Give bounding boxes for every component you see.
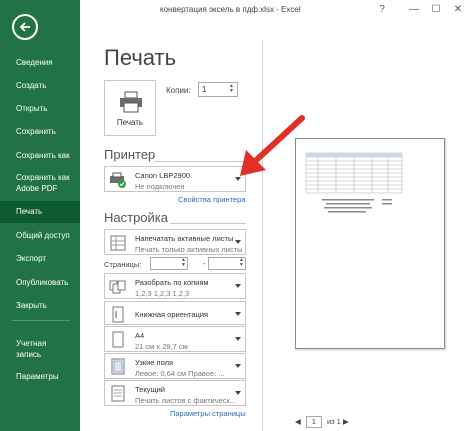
pages-to-spinner[interactable]: ▲ ▼ [239, 258, 244, 268]
window-title: конвертация эксель в пдф.xlsx - Excel [160, 5, 301, 14]
printer-section-title: Принтер [104, 147, 156, 162]
page-title: Печать [104, 45, 177, 70]
nav-info[interactable]: Сведения [0, 57, 80, 68]
pages-from-spinner[interactable]: ▲ ▼ [181, 258, 186, 268]
setting-paper-size-desc: 21 см x 29,7 см [135, 342, 188, 351]
chevron-down-icon [235, 364, 241, 368]
scaling-icon [111, 385, 125, 402]
orientation-dropdown[interactable]: Книжная ориентация [104, 301, 246, 325]
print-button[interactable]: Печать [104, 80, 156, 136]
setting-paper-size: A4 [135, 331, 145, 340]
nav-save-as-pdf[interactable]: Сохранить как Adobe PDF [0, 172, 70, 194]
annotation-arrow-icon [240, 115, 305, 176]
preview-divider [262, 40, 263, 431]
nav-options[interactable]: Параметры [0, 371, 80, 382]
chevron-down-icon [235, 391, 241, 395]
setting-margins-desc: Левое: 0,64 см Правое: ... [135, 369, 225, 378]
copies-spinner[interactable]: ▲ ▼ [227, 84, 236, 95]
backstage-sidebar: Сведения Создать Открыть Сохранить Сохра… [0, 0, 80, 431]
help-button[interactable]: ? [376, 4, 388, 16]
chevron-down-icon [235, 240, 241, 244]
nav-print[interactable]: Печать [0, 201, 80, 223]
restore-button[interactable]: ☐ [430, 4, 442, 16]
setting-collate-desc: 1,2,3 1,2,3 1,2,3 [135, 289, 190, 298]
margins-dropdown[interactable]: Узкие поля Левое: 0,64 см Правое: ... [104, 353, 246, 379]
current-page-input[interactable]: 1 [305, 416, 322, 428]
collate-icon [109, 280, 126, 294]
nav-save-as[interactable]: Сохранить как [0, 150, 80, 161]
copies-value: 1 [202, 85, 207, 94]
chevron-down-icon [235, 337, 241, 341]
setting-collate: Разобрать по копиям [135, 278, 209, 287]
pages-from-input[interactable]: ▲ ▼ [150, 257, 188, 270]
minimize-button[interactable]: — [408, 4, 420, 16]
sheets-icon [110, 235, 126, 251]
page-setup-link[interactable]: Параметры страницы [170, 409, 246, 418]
nav-account[interactable]: Учетная запись [0, 338, 64, 360]
portrait-icon [112, 306, 124, 323]
margins-icon [111, 358, 125, 375]
copies-label: Копии: [166, 86, 191, 95]
printer-status: Не подключен [135, 182, 185, 191]
setting-orientation: Книжная ориентация [135, 310, 209, 319]
setting-margins: Узкие поля [135, 358, 174, 367]
title-bar: конвертация эксель в пдф.xlsx - Excel ? … [80, 0, 474, 22]
close-button[interactable]: ✕ [452, 4, 464, 16]
pages-to-input[interactable]: ▲ ▼ [208, 257, 246, 270]
nav-new[interactable]: Создать [0, 80, 80, 91]
nav-save[interactable]: Сохранить [0, 126, 80, 137]
paper-icon [112, 331, 124, 348]
printer-name: Canon LBP2900 [135, 171, 191, 180]
settings-section-title: Настройка [104, 210, 168, 225]
copies-input[interactable]: 1 ▲ ▼ [198, 82, 238, 97]
section-divider [154, 161, 246, 162]
print-preview-page [295, 138, 445, 349]
next-page-icon[interactable]: ▶ [343, 417, 349, 426]
page-count: из 1 [326, 417, 341, 426]
chevron-down-icon [235, 312, 241, 316]
printer-status-icon [110, 172, 126, 188]
setting-scaling-desc: Печать листов с фактическ... [135, 396, 237, 405]
pages-dash: - [203, 259, 206, 268]
paper-size-dropdown[interactable]: A4 21 см x 29,7 см [104, 326, 246, 352]
preview-content [305, 152, 403, 213]
prev-page-icon[interactable]: ◀ [295, 417, 301, 426]
print-button-label: Печать [116, 118, 144, 127]
arrow-left-icon [19, 22, 30, 32]
printer-dropdown[interactable]: Canon LBP2900 Не подключен [104, 166, 246, 192]
printer-properties-link[interactable]: Свойства принтера [178, 195, 245, 204]
pages-label: Страницы: [104, 260, 142, 269]
collate-dropdown[interactable]: Разобрать по копиям 1,2,3 1,2,3 1,2,3 [104, 273, 246, 299]
preview-navigation: ◀ 1 из 1 ▶ [295, 416, 349, 428]
section-divider [170, 223, 246, 224]
nav-divider [12, 320, 70, 321]
nav-open[interactable]: Открыть [0, 103, 80, 114]
nav-share[interactable]: Общий доступ [0, 230, 80, 241]
nav-close[interactable]: Закрыть [0, 300, 80, 311]
scaling-dropdown[interactable]: Текущий Печать листов с фактическ... [104, 380, 246, 406]
nav-export[interactable]: Экспорт [0, 253, 80, 264]
nav-publish[interactable]: Опубликовать [0, 277, 80, 288]
back-button[interactable] [12, 14, 38, 40]
chevron-down-icon [235, 284, 241, 288]
setting-print-what-desc: Печать только активных листы [135, 245, 243, 254]
setting-scaling: Текущий [135, 385, 165, 394]
print-what-dropdown[interactable]: Напечатать активные листы Печать только … [104, 229, 246, 255]
setting-print-what: Напечатать активные листы [135, 234, 234, 243]
printer-icon [120, 91, 142, 113]
